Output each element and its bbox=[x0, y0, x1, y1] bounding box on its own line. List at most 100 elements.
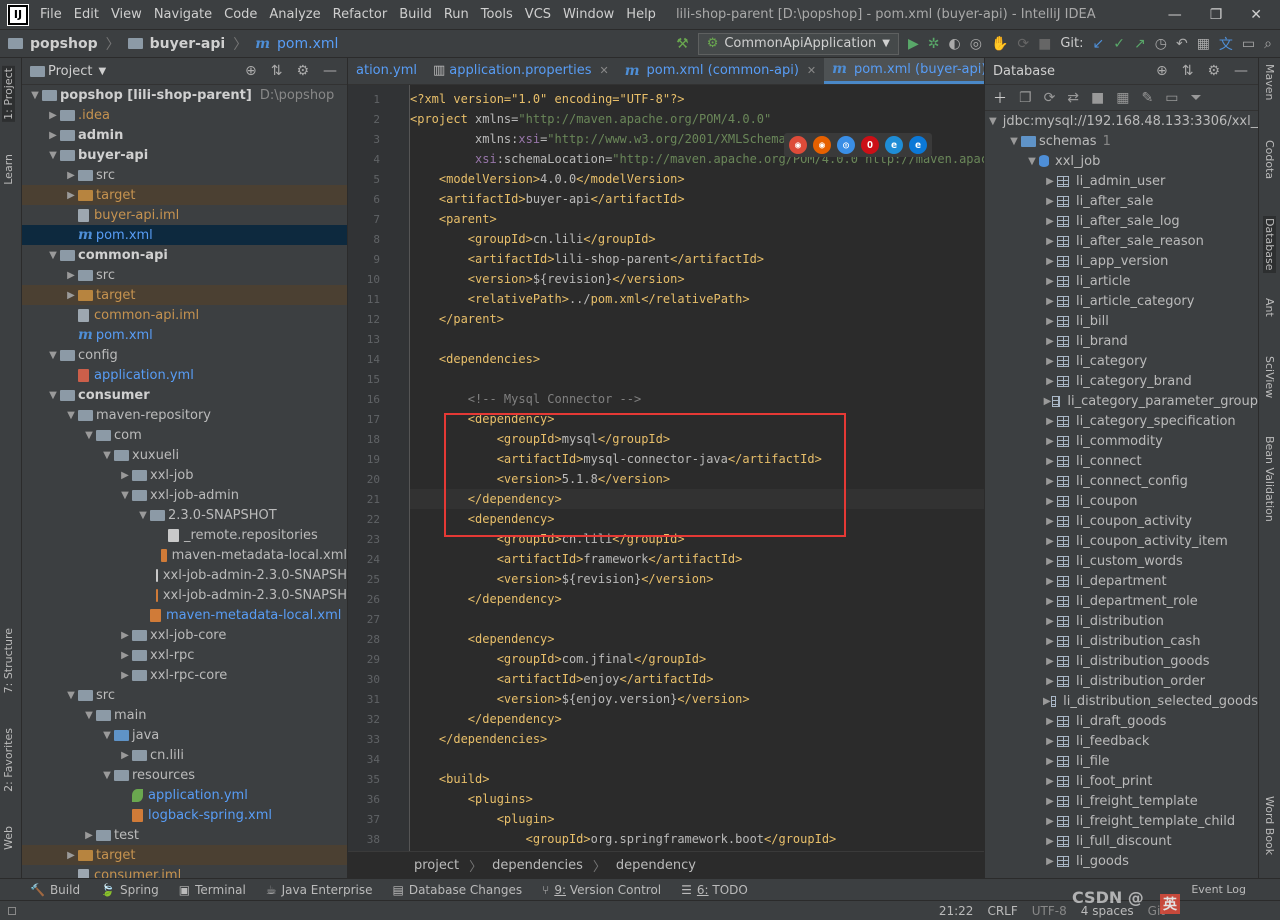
menu-item-build[interactable]: Build bbox=[393, 7, 438, 22]
project-tree-row[interactable]: ▶ cn.lili bbox=[22, 745, 347, 765]
menu-item-window[interactable]: Window bbox=[557, 7, 620, 22]
chevron-right-icon[interactable]: ▶ bbox=[1043, 436, 1057, 447]
project-tree-row[interactable]: ▼ maven-repository bbox=[22, 405, 347, 425]
chevron-right-icon[interactable]: ▶ bbox=[1043, 276, 1057, 287]
db-table-row[interactable]: ▶ li_department bbox=[985, 571, 1258, 591]
schema-sync-icon[interactable]: ⇄ bbox=[1067, 90, 1079, 106]
line-separator[interactable]: CRLF bbox=[982, 904, 1022, 918]
project-tree-row[interactable]: ▼ config bbox=[22, 345, 347, 365]
chevron-right-icon[interactable]: ▶ bbox=[118, 750, 132, 761]
edit-icon[interactable]: ✎ bbox=[1142, 90, 1154, 106]
tab-maven[interactable]: Maven bbox=[1263, 64, 1276, 100]
project-tree-row[interactable]: application.yml bbox=[22, 365, 347, 385]
project-tree-row[interactable]: maven-metadata-local.xml bbox=[22, 605, 347, 625]
db-table-row[interactable]: ▶ li_article bbox=[985, 271, 1258, 291]
db-table-row[interactable]: ▶ li_custom_words bbox=[985, 551, 1258, 571]
tab-structure[interactable]: 7: Structure bbox=[2, 628, 15, 693]
rollback-icon[interactable]: ↶ bbox=[1176, 36, 1188, 52]
tab-project[interactable]: 1: Project bbox=[2, 66, 15, 122]
chevron-right-icon[interactable]: ▶ bbox=[118, 650, 132, 661]
tab-favorites[interactable]: 2: Favorites bbox=[2, 728, 15, 792]
chevron-down-icon[interactable]: ▼ bbox=[46, 150, 60, 161]
opera-icon[interactable]: O bbox=[861, 136, 879, 154]
db-table-row[interactable]: ▶ li_freight_template bbox=[985, 791, 1258, 811]
caret-position[interactable]: 21:22 bbox=[934, 904, 979, 918]
chevron-right-icon[interactable]: ▶ bbox=[1043, 296, 1057, 307]
project-tree-row[interactable]: m pom.xml bbox=[22, 325, 347, 345]
git-commit-icon[interactable]: ✓ bbox=[1113, 36, 1125, 52]
project-tree-row[interactable]: ▼ common-api bbox=[22, 245, 347, 265]
db-connection-row[interactable]: ▼ jdbc:mysql://192.168.48.133:3306/xxl_j… bbox=[985, 111, 1258, 131]
chevron-right-icon[interactable]: ▶ bbox=[1043, 556, 1057, 567]
db-table-row[interactable]: ▶ li_brand bbox=[985, 331, 1258, 351]
chevron-down-icon[interactable]: ▼ bbox=[28, 90, 42, 101]
event-log-button[interactable]: Event Log bbox=[1191, 883, 1246, 896]
bottom-tool-java-enterprise[interactable]: ☕ Java Enterprise bbox=[256, 883, 383, 897]
chevron-right-icon[interactable]: ▶ bbox=[1043, 676, 1057, 687]
debug-icon[interactable]: ✲ bbox=[928, 36, 940, 52]
db-table-row[interactable]: ▶ li_category bbox=[985, 351, 1258, 371]
chevron-down-icon[interactable]: ▼ bbox=[46, 350, 60, 361]
project-tree-row[interactable]: ▶ target bbox=[22, 845, 347, 865]
chevron-right-icon[interactable]: ▶ bbox=[64, 190, 78, 201]
db-table-row[interactable]: ▶ li_distribution_goods bbox=[985, 651, 1258, 671]
chevron-right-icon[interactable]: ▶ bbox=[46, 130, 60, 141]
presentation-icon[interactable]: ▭ bbox=[1242, 36, 1255, 52]
breadcrumb-module[interactable]: buyer-api bbox=[150, 36, 226, 52]
db-table-row[interactable]: ▶ li_commodity bbox=[985, 431, 1258, 451]
menu-item-navigate[interactable]: Navigate bbox=[148, 7, 218, 22]
chevron-right-icon[interactable]: ▶ bbox=[1043, 196, 1057, 207]
profile-icon[interactable]: ◎ bbox=[970, 36, 982, 52]
tab-bean-validation[interactable]: Bean Validation bbox=[1263, 436, 1276, 522]
db-table-row[interactable]: ▶ li_connect bbox=[985, 451, 1258, 471]
project-tree-row[interactable]: maven-metadata-local.xml bbox=[22, 545, 347, 565]
menu-item-edit[interactable]: Edit bbox=[68, 7, 105, 22]
chevron-down-icon[interactable]: ▼ bbox=[118, 490, 132, 501]
console-icon[interactable]: ▭ bbox=[1165, 90, 1178, 106]
chevron-right-icon[interactable]: ▶ bbox=[1043, 656, 1057, 667]
editor-tab[interactable]: m pom.xml (common-api) ✕ bbox=[617, 58, 824, 84]
db-table-row[interactable]: ▶ li_freight_template_child bbox=[985, 811, 1258, 831]
tab-web[interactable]: Web bbox=[2, 826, 15, 850]
chevron-right-icon[interactable]: ▶ bbox=[1043, 476, 1057, 487]
chevron-right-icon[interactable]: ▶ bbox=[1043, 336, 1057, 347]
db-table-row[interactable]: ▶ li_after_sale_log bbox=[985, 211, 1258, 231]
breadcrumb-project[interactable]: popshop bbox=[30, 36, 98, 52]
build-hammer-icon[interactable]: ⚒ bbox=[676, 36, 689, 52]
db-table-row[interactable]: ▶ li_distribution_cash bbox=[985, 631, 1258, 651]
chevron-down-icon[interactable]: ▼ bbox=[64, 690, 78, 701]
menu-item-analyze[interactable]: Analyze bbox=[263, 7, 326, 22]
menu-item-code[interactable]: Code bbox=[218, 7, 263, 22]
editor-crumb-dependencies[interactable]: dependencies bbox=[492, 858, 583, 873]
bottom-tool-version-control[interactable]: ⑂ 9: Version Control bbox=[532, 883, 671, 897]
chevron-right-icon[interactable]: ▶ bbox=[1043, 736, 1057, 747]
ie-icon[interactable]: e bbox=[885, 136, 903, 154]
db-schema-row[interactable]: ▼ xxl_job bbox=[985, 151, 1258, 171]
hide-icon[interactable]: — bbox=[323, 63, 337, 79]
db-table-row[interactable]: ▶ li_app_version bbox=[985, 251, 1258, 271]
chevron-right-icon[interactable]: ▶ bbox=[1043, 636, 1057, 647]
project-tree-row[interactable]: buyer-api.iml bbox=[22, 205, 347, 225]
db-table-row[interactable]: ▶ li_coupon_activity bbox=[985, 511, 1258, 531]
chevron-right-icon[interactable]: ▶ bbox=[64, 270, 78, 281]
reload-icon[interactable]: ⟳ bbox=[1017, 36, 1029, 52]
close-icon[interactable]: ✕ bbox=[807, 64, 816, 77]
chevron-right-icon[interactable]: ▶ bbox=[1043, 576, 1057, 587]
breadcrumb-file[interactable]: pom.xml bbox=[277, 36, 338, 52]
chevron-right-icon[interactable]: ▶ bbox=[64, 170, 78, 181]
chrome-icon[interactable]: ◉ bbox=[789, 136, 807, 154]
chevron-right-icon[interactable]: ▶ bbox=[1043, 316, 1057, 327]
project-tree-row[interactable]: ▼ resources bbox=[22, 765, 347, 785]
table-editor-icon[interactable]: ▦ bbox=[1116, 90, 1129, 106]
add-icon[interactable]: ＋ bbox=[993, 88, 1007, 108]
project-tree-row[interactable]: logback-spring.xml bbox=[22, 805, 347, 825]
project-tree-row[interactable]: _remote.repositories bbox=[22, 525, 347, 545]
project-tree-row[interactable]: ▶ xxl-rpc bbox=[22, 645, 347, 665]
refresh-icon[interactable]: ⟳ bbox=[1044, 90, 1056, 106]
db-table-row[interactable]: ▶ li_distribution_selected_goods bbox=[985, 691, 1258, 711]
project-tree-row[interactable]: application.yml bbox=[22, 785, 347, 805]
chevron-right-icon[interactable]: ▶ bbox=[1043, 416, 1057, 427]
bottom-tool-database-changes[interactable]: ▤ Database Changes bbox=[382, 883, 532, 897]
chevron-down-icon[interactable]: ▼ bbox=[100, 450, 114, 461]
chevron-right-icon[interactable]: ▶ bbox=[1043, 816, 1057, 827]
